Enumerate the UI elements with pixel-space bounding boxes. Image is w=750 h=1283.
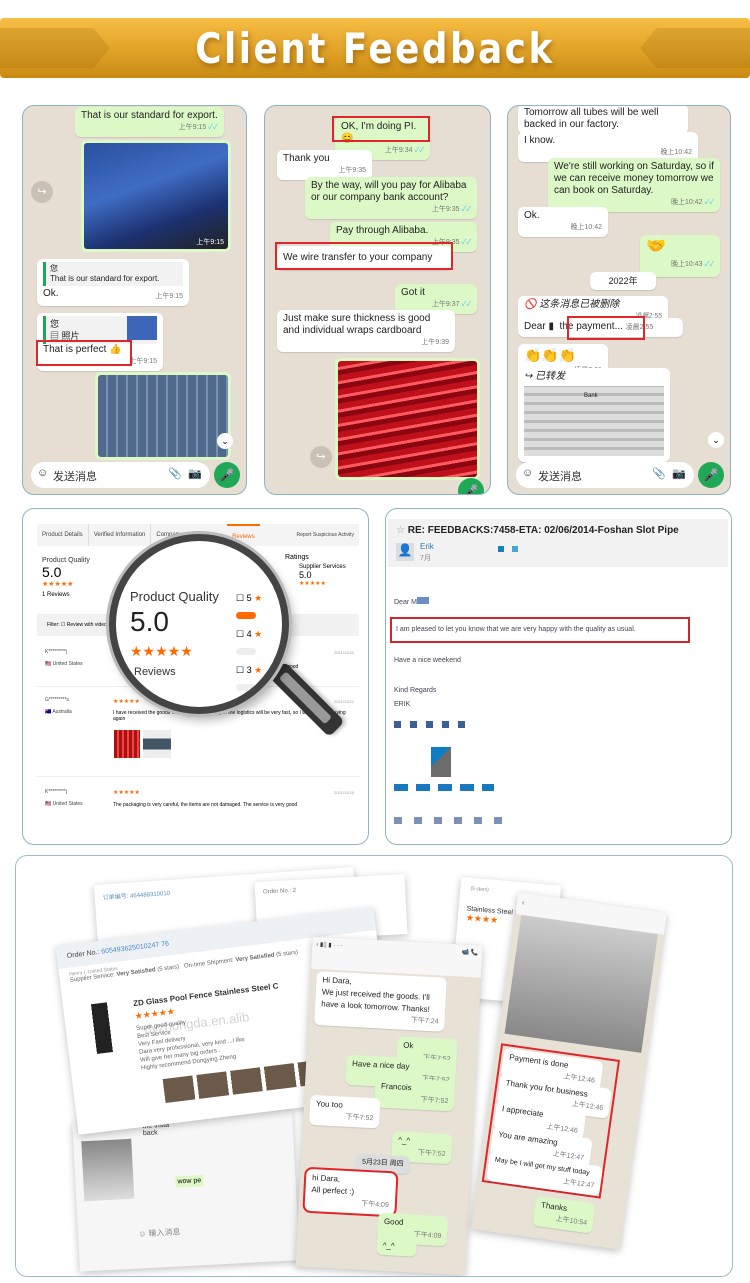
tab-verified-information[interactable]: Verified Information: [89, 524, 152, 546]
email-header: ☆ RE: FEEDBACKS:7458-ETA: 02/06/2014-Fos…: [388, 519, 728, 567]
review-date: 2021/12/21: [333, 699, 354, 704]
message: By the way, will you pay for Alibaba or …: [305, 177, 477, 219]
message: Ok. 晚上10:42: [518, 207, 608, 237]
chat-screenshot-1: That is our standard for export. 上午9:15 ✓…: [22, 105, 247, 495]
highlighted-email-body: I am pleased to let you know that we are…: [390, 617, 690, 643]
scroll-down-icon[interactable]: ⌄: [217, 433, 233, 449]
sender-name[interactable]: Erik: [420, 542, 434, 551]
feedback-collage: 订单编号: 464488310010 Order No.: 2 Stainles…: [15, 855, 733, 1277]
camera-icon: 📷: [672, 468, 686, 480]
email-screenshot: ☆ RE: FEEDBACKS:7458-ETA: 02/06/2014-Fos…: [385, 508, 732, 845]
product-quality-summary: Product Quality 5.0 ★★★★★ 1 Reviews: [42, 557, 90, 598]
avatar: 👤: [396, 543, 414, 561]
bank-slip-image[interactable]: Bank: [524, 386, 664, 456]
mic-button[interactable]: 🎤: [458, 478, 484, 494]
quoted-message[interactable]: 您 That is our standard for export.: [43, 262, 183, 286]
message: That is our standard for export. 上午9:15 ✓…: [75, 107, 224, 137]
mic-button[interactable]: 🎤: [698, 462, 724, 488]
photo-container-load[interactable]: [95, 372, 231, 460]
reviews-screenshot: Product Details Verified Information Com…: [22, 508, 369, 845]
wechat-chat-a: ‹ ▮▯ ▮ · · · 📹 📞 Hi Dara, We just receiv…: [295, 936, 483, 1276]
message-input[interactable]: ☺ 输入消息: [138, 1226, 181, 1239]
photo[interactable]: [504, 914, 658, 1053]
message: 您 That is our standard for export. Ok. 上午9…: [37, 259, 189, 306]
message: ^_^: [376, 1236, 418, 1257]
pixelated-logo: [431, 747, 451, 777]
magnifier-lens: Product Quality 5.0 ★★★★★ Reviews ☐ 5 ★ …: [109, 534, 289, 714]
message: Francois 下午7:52: [373, 1077, 456, 1112]
mic-button[interactable]: 🎤: [214, 462, 240, 488]
attach-icon: 📎: [168, 468, 182, 480]
message: 🤝 晚上10:43 ✓✓: [640, 235, 720, 277]
review-date: 2021/12/20: [333, 790, 354, 795]
ratings-label: Ratings: [285, 554, 309, 561]
message-input[interactable]: ☺ 发送消息 📎 📷: [516, 462, 694, 488]
forward-icon[interactable]: ↪: [310, 446, 332, 468]
highlight-box: [36, 340, 132, 366]
scroll-down-icon[interactable]: ⌄: [708, 432, 724, 448]
highlight-box: [332, 116, 430, 142]
emoji-icon: ☺: [37, 467, 49, 479]
review-photo[interactable]: [114, 730, 140, 758]
email-greeting: Dear M: [394, 597, 429, 606]
review-item: G*********s 🇦🇺 Australia: [45, 697, 72, 715]
camera-icon: 📷: [188, 468, 202, 480]
photo-blue-pipes[interactable]: 上午9:15: [81, 140, 231, 252]
email-regards: Kind Regards: [394, 687, 437, 694]
chat-screenshot-3: Tomorrow all tubes will be well backed i…: [507, 105, 731, 495]
report-link[interactable]: Report Suspicious Activity: [291, 524, 359, 546]
forwarded-message[interactable]: ↪ 已转发 Bank: [518, 368, 670, 462]
product-title[interactable]: ZD Glass Pool Fence Stainless Steel C: [133, 981, 279, 1008]
pixelated-signature: [394, 721, 474, 728]
page-title: Client Feedback: [195, 24, 555, 73]
star-icon[interactable]: ☆: [396, 525, 405, 536]
emoji-icon: ☺: [522, 467, 534, 479]
message: Thanks 上午10:54: [532, 1195, 596, 1234]
highlighted-message: hi Dara, All perfect :) 下午4:09: [302, 1166, 399, 1218]
left-chat-card: the insta back wow pe ☺ 输入消息: [72, 1110, 300, 1272]
message-input[interactable]: ☺ 发送消息 📎 📷: [31, 462, 210, 488]
message: Thank you 上午9:35: [277, 150, 372, 180]
highlight-box: [567, 316, 645, 340]
rating-stars: ★★★★★: [130, 643, 193, 659]
review-text: The packaging is very careful, the items…: [113, 802, 298, 808]
attach-icon: 📎: [652, 468, 666, 480]
rating-breakdown: ☐ 5 ★ ☐ 4 ★ ☐ 3 ★ ☐ 2 ★ ☐ 1 ★: [236, 589, 282, 707]
product-image[interactable]: [79, 1000, 125, 1056]
message: We're still working on Saturday, so if w…: [548, 158, 720, 212]
email-closing: Have a nice weekend: [394, 657, 461, 664]
email-subject: RE: FEEDBACKS:7458-ETA: 02/06/2014-Fosha…: [407, 525, 679, 536]
header-banner: Client Feedback: [0, 18, 750, 78]
email-signature: ERIK: [394, 701, 411, 708]
date-chip: 2022年: [590, 272, 656, 290]
message: Hi Dara, We just received the goods. I'l…: [314, 971, 447, 1032]
review-date: 2021/12/20: [333, 650, 354, 655]
supplier-services-summary: Supplier Services 5.0 ★★★★★: [299, 564, 346, 587]
message: Just make sure thickness is good and ind…: [277, 310, 455, 352]
review-item: K*********j 🇺🇸 United States: [45, 649, 83, 667]
forward-icon[interactable]: ↪: [31, 181, 53, 203]
message: You too 下午7:52: [308, 1094, 381, 1129]
chat-screenshot-2: OK, I'm doing PI.😊 上午9:34 ✓✓ Thank you 上午9…: [264, 105, 491, 495]
review-photo[interactable]: [143, 730, 171, 758]
rating-stars: ★★★★★: [42, 581, 74, 588]
review-item: K*********j 🇺🇸 United States: [45, 789, 83, 807]
message: Tomorrow all tubes will be well backed i…: [518, 106, 688, 134]
email-date: 7月: [420, 555, 431, 562]
tab-product-details[interactable]: Product Details: [37, 524, 89, 546]
photo-red-pipes[interactable]: [335, 358, 480, 480]
highlight-box: [275, 242, 453, 270]
